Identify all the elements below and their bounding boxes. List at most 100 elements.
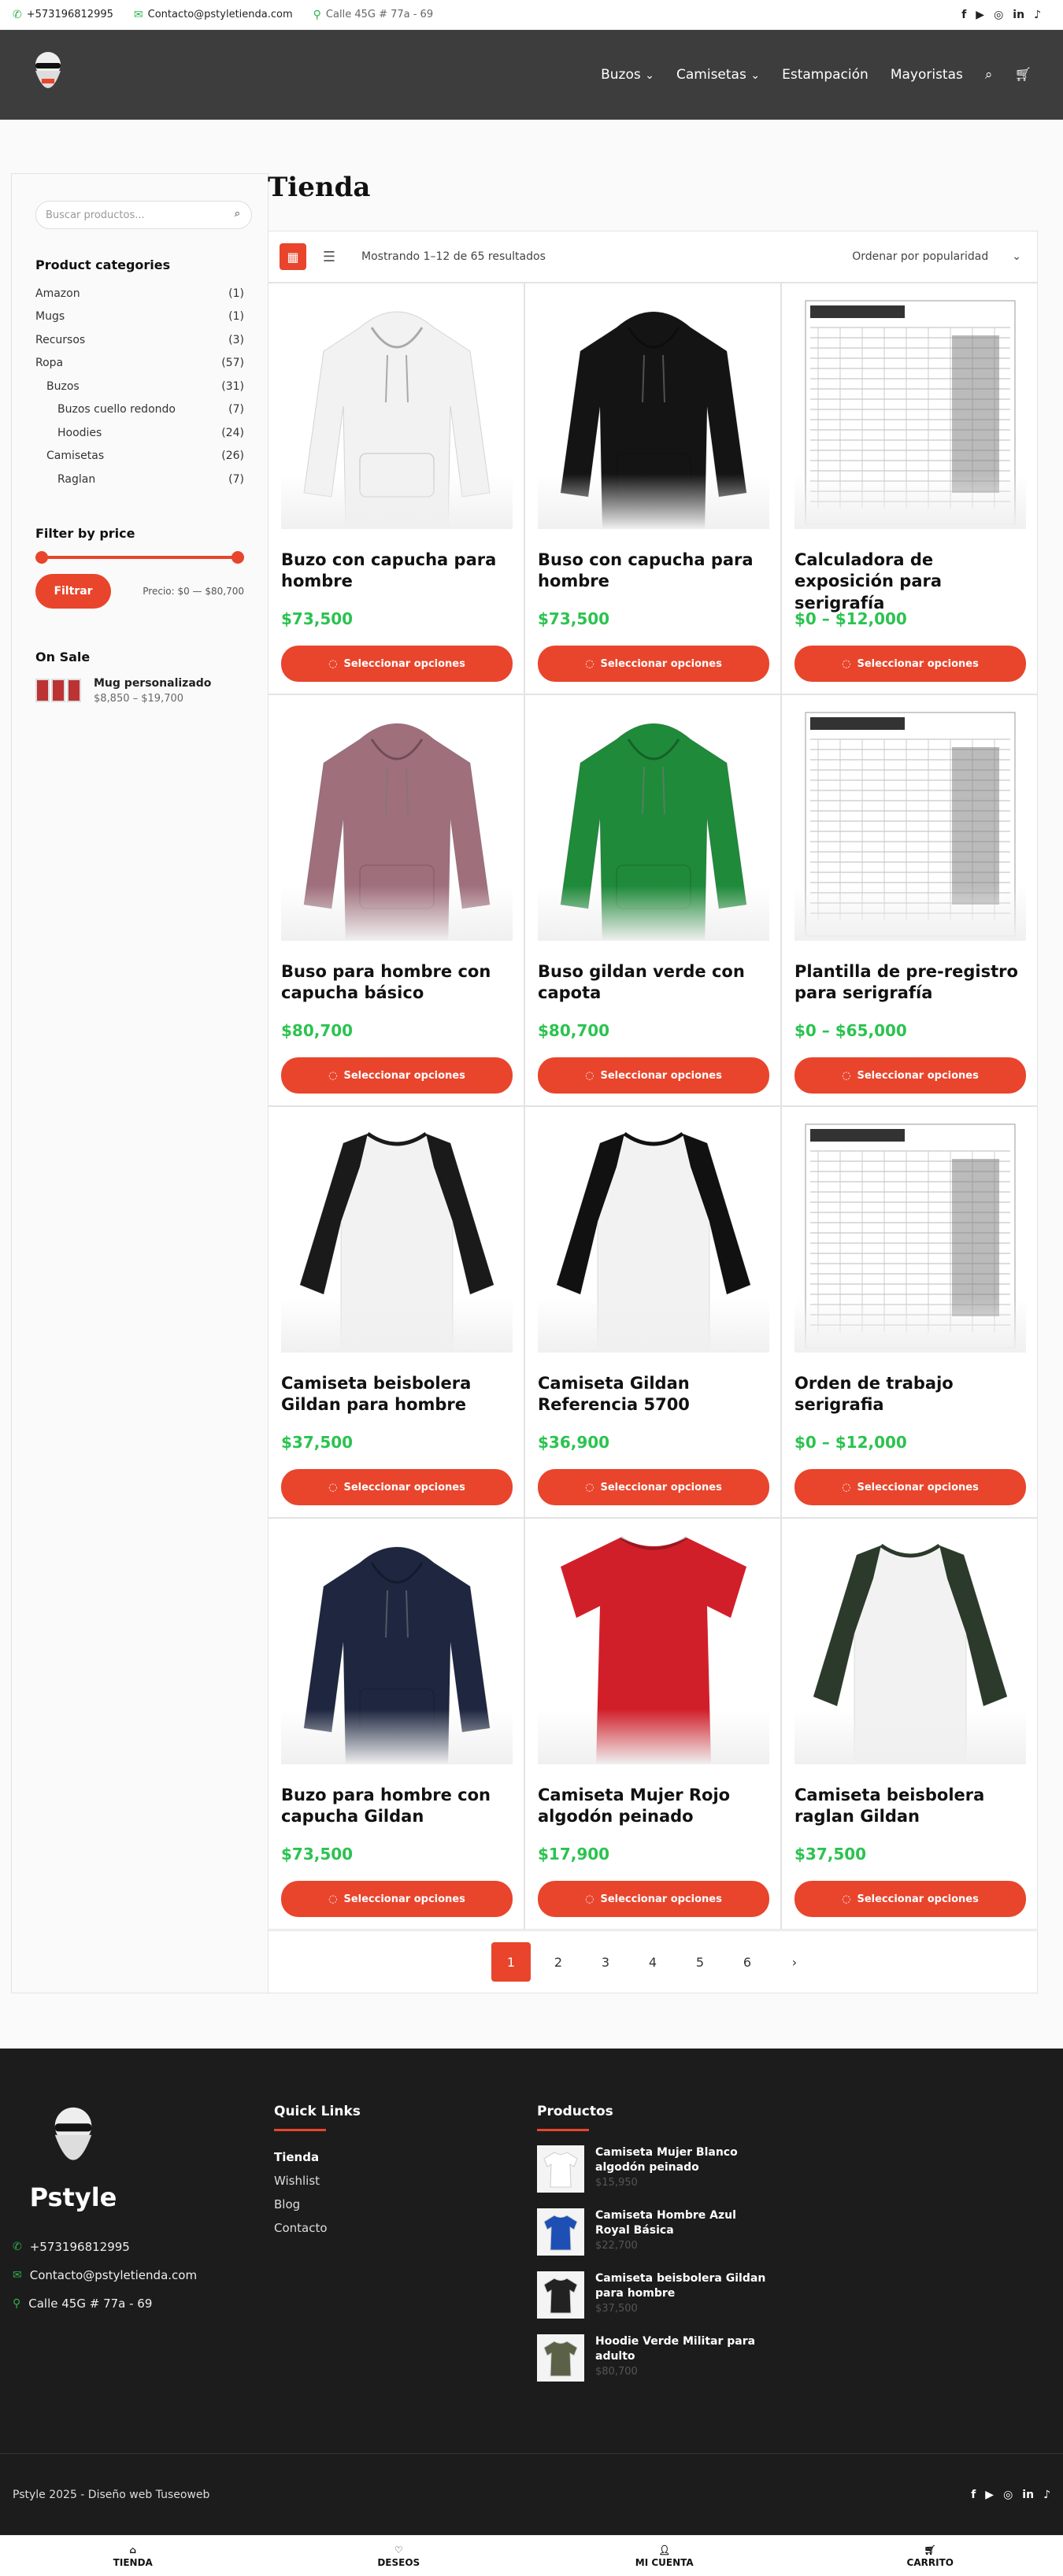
product-card[interactable]: Calculadora de exposición para serigrafí… bbox=[781, 283, 1038, 694]
footer-product-thumbnail[interactable] bbox=[537, 2334, 584, 2382]
category-item[interactable]: Hoodies (24) bbox=[35, 421, 244, 445]
nav-mayoristas[interactable]: Mayoristas bbox=[891, 67, 963, 83]
category-item[interactable]: Buzos cuello redondo (7) bbox=[35, 398, 244, 422]
footer-phone[interactable]: ✆ +573196812995 bbox=[13, 2233, 197, 2261]
linkedin-icon[interactable]: in bbox=[1013, 9, 1024, 21]
footer-link-blog[interactable]: Blog bbox=[274, 2193, 361, 2216]
product-image[interactable] bbox=[281, 1120, 513, 1353]
product-image[interactable] bbox=[794, 1531, 1026, 1764]
footer-product-item[interactable]: Camiseta beisbolera Gildan para hombre $… bbox=[537, 2271, 769, 2319]
product-card[interactable]: Camiseta Gildan Referencia 5700 $36,900 … bbox=[524, 1106, 781, 1518]
email-info[interactable]: ✉ Contacto@pstyletienda.com bbox=[134, 9, 293, 21]
select-options-button[interactable]: ◌ Seleccionar opciones bbox=[794, 1469, 1026, 1505]
category-item[interactable]: Camisetas (26) bbox=[35, 445, 244, 468]
list-view-icon[interactable]: ☰ bbox=[316, 243, 343, 270]
category-item[interactable]: Raglan (7) bbox=[35, 468, 244, 491]
price-max-handle[interactable] bbox=[231, 550, 244, 564]
product-name[interactable]: Calculadora de exposición para serigrafí… bbox=[794, 550, 1026, 613]
product-name[interactable]: Buzo con capucha para hombre bbox=[281, 550, 513, 594]
select-options-button[interactable]: ◌ Seleccionar opciones bbox=[794, 646, 1026, 682]
product-name[interactable]: Buzo para hombre con capucha Gildan bbox=[281, 1785, 513, 1829]
product-image[interactable] bbox=[794, 296, 1026, 529]
youtube-icon[interactable]: ▶ bbox=[976, 9, 984, 21]
select-options-button[interactable]: ◌ Seleccionar opciones bbox=[538, 646, 769, 682]
next-page-icon[interactable]: › bbox=[775, 1942, 814, 1982]
select-options-button[interactable]: ◌ Seleccionar opciones bbox=[538, 1469, 769, 1505]
product-name[interactable]: Orden de trabajo serigrafia bbox=[794, 1373, 1026, 1417]
page-number[interactable]: 2 bbox=[539, 1942, 578, 1982]
product-name[interactable]: Camiseta beisbolera Gildan para hombre bbox=[281, 1373, 513, 1417]
product-image[interactable] bbox=[281, 296, 513, 529]
onsale-item[interactable]: Mug personalizado $8,850 – $19,700 bbox=[35, 677, 244, 705]
facebook-icon[interactable]: f bbox=[971, 2489, 976, 2501]
youtube-icon[interactable]: ▶ bbox=[985, 2489, 994, 2501]
tiktok-icon[interactable]: ♪ bbox=[1034, 9, 1041, 21]
footer-product-item[interactable]: Camiseta Hombre Azul Royal Básica $22,70… bbox=[537, 2208, 769, 2256]
category-item[interactable]: Ropa (57) bbox=[35, 352, 244, 376]
product-name[interactable]: Camiseta Mujer Rojo algodón peinado bbox=[538, 1785, 769, 1829]
product-card[interactable]: Camiseta beisbolera raglan Gildan $37,50… bbox=[781, 1518, 1038, 1930]
select-options-button[interactable]: ◌ Seleccionar opciones bbox=[281, 1469, 513, 1505]
product-card[interactable]: Buso para hombre con capucha básico $80,… bbox=[268, 694, 524, 1106]
search-icon[interactable]: ⌕ bbox=[235, 208, 240, 220]
product-search-input[interactable]: Buscar productos... ⌕ bbox=[35, 201, 252, 229]
select-options-button[interactable]: ◌ Seleccionar opciones bbox=[794, 1881, 1026, 1917]
select-options-button[interactable]: ◌ Seleccionar opciones bbox=[538, 1057, 769, 1094]
instagram-icon[interactable]: ◎ bbox=[994, 9, 1003, 21]
product-card[interactable]: Buso con capucha para hombre $73,500 ◌ S… bbox=[524, 283, 781, 694]
grid-view-icon[interactable]: ▦ bbox=[280, 243, 306, 270]
page-number[interactable]: 6 bbox=[728, 1942, 767, 1982]
search-icon[interactable]: ⌕ bbox=[985, 67, 993, 83]
product-image[interactable] bbox=[281, 1531, 513, 1764]
filter-button[interactable]: Filtrar bbox=[35, 573, 111, 609]
footer-email[interactable]: ✉ Contacto@pstyletienda.com bbox=[13, 2261, 197, 2289]
bottom-nav-item[interactable]: ⌂ TIENDA bbox=[0, 2536, 266, 2576]
product-card[interactable]: Camiseta beisbolera Gildan para hombre $… bbox=[268, 1106, 524, 1518]
category-item[interactable]: Buzos (31) bbox=[35, 375, 244, 398]
footer-product-name[interactable]: Camiseta beisbolera Gildan para hombre bbox=[595, 2271, 769, 2301]
select-options-button[interactable]: ◌ Seleccionar opciones bbox=[281, 1057, 513, 1094]
page-number[interactable]: 3 bbox=[586, 1942, 625, 1982]
select-options-button[interactable]: ◌ Seleccionar opciones bbox=[538, 1881, 769, 1917]
bottom-nav-item[interactable]: ♡ DESEOS bbox=[266, 2536, 532, 2576]
category-item[interactable]: Recursos (3) bbox=[35, 328, 244, 352]
product-name[interactable]: Plantilla de pre-registro para serigrafí… bbox=[794, 961, 1026, 1005]
product-name[interactable]: Buso con capucha para hombre bbox=[538, 550, 769, 594]
linkedin-icon[interactable]: in bbox=[1022, 2489, 1034, 2501]
product-name[interactable]: Camiseta beisbolera raglan Gildan bbox=[794, 1785, 1026, 1829]
product-name[interactable]: Buso gildan verde con capota bbox=[538, 961, 769, 1005]
footer-product-item[interactable]: Camiseta Mujer Blanco algodón peinado $1… bbox=[537, 2145, 769, 2193]
product-image[interactable] bbox=[538, 708, 769, 941]
product-image[interactable] bbox=[538, 296, 769, 529]
footer-product-thumbnail[interactable] bbox=[537, 2145, 584, 2193]
product-image[interactable] bbox=[538, 1120, 769, 1353]
product-card[interactable]: Orden de trabajo serigrafia $0 – $12,000… bbox=[781, 1106, 1038, 1518]
footer-product-thumbnail[interactable] bbox=[537, 2271, 584, 2319]
page-number[interactable]: 4 bbox=[633, 1942, 672, 1982]
category-item[interactable]: Amazon (1) bbox=[35, 282, 244, 305]
product-name[interactable]: Camiseta Gildan Referencia 5700 bbox=[538, 1373, 769, 1417]
cart-icon[interactable]: 🛒︎ bbox=[1014, 67, 1032, 83]
product-card[interactable]: Buso gildan verde con capota $80,700 ◌ S… bbox=[524, 694, 781, 1106]
product-card[interactable]: Plantilla de pre-registro para serigrafí… bbox=[781, 694, 1038, 1106]
product-card[interactable]: Camiseta Mujer Rojo algodón peinado $17,… bbox=[524, 1518, 781, 1930]
product-card[interactable]: Buzo con capucha para hombre $73,500 ◌ S… bbox=[268, 283, 524, 694]
nav-estampacion[interactable]: Estampación bbox=[782, 67, 869, 83]
instagram-icon[interactable]: ◎ bbox=[1003, 2489, 1013, 2501]
nav-camisetas[interactable]: Camisetas ⌄ bbox=[676, 67, 760, 83]
select-options-button[interactable]: ◌ Seleccionar opciones bbox=[281, 646, 513, 682]
footer-logo[interactable]: Pstyle bbox=[22, 2105, 124, 2212]
price-slider[interactable] bbox=[35, 550, 244, 564]
footer-product-name[interactable]: Camiseta Hombre Azul Royal Básica bbox=[595, 2208, 769, 2238]
tiktok-icon[interactable]: ♪ bbox=[1043, 2489, 1050, 2501]
product-image[interactable] bbox=[794, 708, 1026, 941]
nav-buzos[interactable]: Buzos ⌄ bbox=[601, 67, 654, 83]
product-image[interactable] bbox=[538, 1531, 769, 1764]
bottom-nav-item[interactable]: 👤︎ MI CUENTA bbox=[532, 2536, 798, 2576]
price-min-handle[interactable] bbox=[35, 550, 48, 564]
product-image[interactable] bbox=[794, 1120, 1026, 1353]
footer-link-contacto[interactable]: Contacto bbox=[274, 2216, 361, 2240]
page-number[interactable]: 5 bbox=[680, 1942, 720, 1982]
footer-product-thumbnail[interactable] bbox=[537, 2208, 584, 2256]
category-item[interactable]: Mugs (1) bbox=[35, 305, 244, 329]
